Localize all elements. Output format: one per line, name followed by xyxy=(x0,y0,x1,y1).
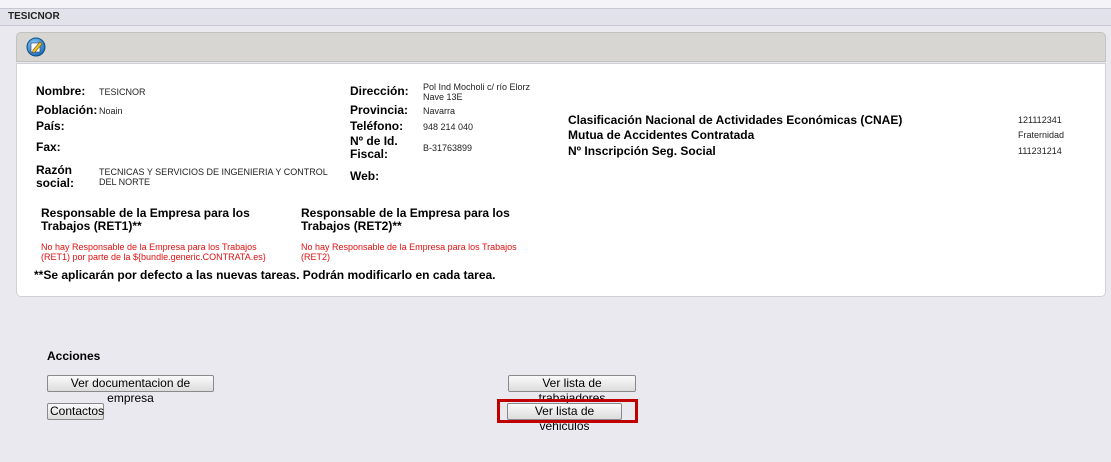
web-label: Web: xyxy=(350,169,380,183)
ret1-message-1: No hay Responsable de la Empresa para lo… xyxy=(41,242,257,252)
poblacion-label: Población: xyxy=(36,103,98,117)
provincia-label: Provincia: xyxy=(350,103,409,117)
ver-documentacion-button[interactable]: Ver documentacion de empresa xyxy=(47,375,214,405)
direccion-value-1: Pol Ind Mocholi c/ río Elorz xyxy=(423,82,531,92)
fax-label: Fax: xyxy=(36,140,61,154)
ret1-title-2: Trabajos (RET1)** xyxy=(41,219,142,233)
provincia-value: Navarra xyxy=(423,106,456,116)
ret2-message-1: No hay Responsable de la Empresa para lo… xyxy=(301,242,517,252)
cnae-label: Clasificación Nacional de Actividades Ec… xyxy=(568,113,903,127)
direccion-value-2: Nave 13E xyxy=(423,92,463,102)
idfiscal-label-2: Fiscal: xyxy=(350,147,389,161)
cnae-value: 121112341 xyxy=(1018,115,1062,125)
poblacion-value: Noain xyxy=(99,106,123,116)
vehiculos-highlight-frame xyxy=(497,399,638,423)
ret2-message-2: (RET2) xyxy=(301,252,330,262)
pais-label: País: xyxy=(36,119,65,133)
mutua-value: Fraternidad xyxy=(1018,130,1065,140)
segsocial-label: Nº Inscripción Seg. Social xyxy=(568,144,716,158)
razon-value-2: DEL NORTE xyxy=(99,177,151,187)
razon-label-2: social: xyxy=(36,176,75,190)
ret2-title-2: Trabajos (RET2)** xyxy=(301,219,402,233)
edit-pencil-icon[interactable] xyxy=(26,37,46,57)
panel-titlebar: TESICNOR xyxy=(0,8,1111,26)
ret1-message-2: (RET1) por parte de la ${bundle.generic.… xyxy=(41,252,266,262)
segsocial-value: 111231214 xyxy=(1018,146,1062,156)
razon-value-1: TECNICAS Y SERVICIOS DE INGENIERIA Y CON… xyxy=(99,167,328,177)
telefono-label: Teléfono: xyxy=(350,119,404,133)
company-detail-card: Nombre: TESICNOR Población: Noain País: … xyxy=(16,63,1106,297)
contactos-button[interactable]: Contactos xyxy=(47,403,104,420)
nombre-label: Nombre: xyxy=(36,84,86,98)
telefono-value: 948 214 040 xyxy=(423,122,474,132)
idfiscal-value: B-31763899 xyxy=(423,143,473,153)
nombre-value: TESICNOR xyxy=(99,87,146,97)
top-strip xyxy=(0,0,1111,8)
ver-trabajadores-button[interactable]: Ver lista de trabajadores xyxy=(508,375,636,405)
panel-toolbar xyxy=(16,32,1106,62)
direccion-label: Dirección: xyxy=(350,84,409,98)
mutua-label: Mutua de Accidentes Contratada xyxy=(568,128,755,142)
footnote: **Se aplicarán por defecto a las nuevas … xyxy=(34,268,496,282)
panel-title: TESICNOR xyxy=(8,11,60,22)
acciones-title: Acciones xyxy=(47,349,101,363)
